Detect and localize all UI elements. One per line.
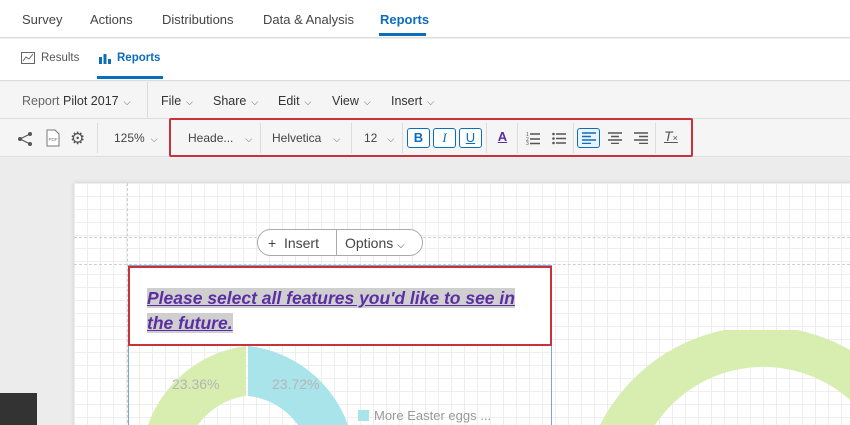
report-selector[interactable]: Report Pilot 2017 ⌵	[22, 94, 130, 108]
chevron-down-icon: ⌵	[363, 97, 371, 107]
widget-title[interactable]: Please select all features you'd like to…	[147, 286, 542, 336]
chevron-down-icon: ⌵	[304, 97, 312, 107]
chevron-down-icon: ⌵	[427, 97, 435, 107]
align-left-icon	[581, 132, 596, 145]
bold-button[interactable]: B	[407, 128, 430, 148]
chevron-down-icon: ⌵	[251, 97, 259, 107]
menu-share-label: Share	[213, 94, 247, 108]
top-navigation: Survey Actions Distributions Data & Anal…	[0, 0, 850, 38]
chevron-down-icon: ⌵	[123, 97, 131, 107]
menu-edit-label: Edit	[278, 94, 300, 108]
menu-file[interactable]: File ⌵	[161, 94, 193, 108]
chevron-down-icon: ⌵	[186, 97, 193, 107]
bullet-list-icon[interactable]	[552, 131, 566, 145]
menu-view[interactable]: View ⌵	[332, 94, 371, 108]
plus-icon: +	[268, 235, 277, 251]
results-icon	[21, 52, 35, 64]
italic-button[interactable]: I	[433, 128, 456, 148]
subnav-results[interactable]: Results	[21, 52, 79, 64]
menu-file-label: File	[161, 94, 182, 108]
text-color-button[interactable]: A	[491, 128, 514, 148]
menubar-divider	[147, 82, 148, 119]
insert-button[interactable]: + Insert	[268, 235, 319, 251]
pill-divider	[336, 230, 337, 255]
share-icon[interactable]	[17, 131, 33, 147]
tab-actions[interactable]: Actions	[90, 12, 133, 27]
report-name: Pilot 2017	[63, 94, 119, 108]
align-center-icon[interactable]	[608, 132, 622, 144]
svg-text:3: 3	[526, 141, 529, 145]
options-button[interactable]: Options ⌵	[345, 235, 405, 251]
active-subnav-indicator	[97, 76, 163, 79]
zoom-select[interactable]: 125% ⌵	[114, 131, 158, 145]
subnav-reports[interactable]: Reports	[99, 52, 160, 64]
tab-survey[interactable]: Survey	[22, 12, 62, 27]
close-icon: ×	[672, 133, 678, 143]
pdf-icon[interactable]: PDF	[46, 129, 60, 147]
subnav-results-label: Results	[41, 52, 80, 64]
menu-share[interactable]: Share ⌵	[213, 94, 258, 108]
reports-icon	[99, 54, 111, 64]
donut-chart-right	[600, 330, 850, 425]
widget-title-text: Please select all features you'd like to…	[147, 288, 515, 333]
zoom-value: 125%	[114, 131, 145, 145]
clear-format-button[interactable]: T×	[664, 128, 678, 144]
chevron-down-icon: ⌵	[150, 134, 158, 144]
underline-button[interactable]: U	[459, 128, 482, 148]
report-menubar: Report Pilot 2017 ⌵ File ⌵ Share ⌵ Edit ⌵ Vi…	[0, 82, 850, 119]
menu-view-label: View	[332, 94, 359, 108]
tab-data-analysis[interactable]: Data & Analysis	[263, 12, 354, 27]
toolbar-divider	[97, 123, 98, 153]
numbered-list-icon[interactable]: 123	[526, 131, 540, 145]
active-tab-indicator	[379, 33, 426, 36]
feedback-side-tab[interactable]	[0, 393, 37, 425]
svg-text:PDF: PDF	[49, 137, 58, 142]
sub-navigation: Results Reports	[0, 39, 850, 81]
gear-icon[interactable]: ⚙	[70, 129, 85, 149]
subnav-reports-label: Reports	[117, 52, 161, 64]
options-label: Options	[345, 235, 394, 251]
tab-distributions[interactable]: Distributions	[162, 12, 234, 27]
donut-slice-green	[600, 330, 850, 425]
align-right-icon[interactable]	[634, 132, 648, 144]
report-label: Report	[22, 94, 60, 108]
menu-insert-label: Insert	[391, 94, 423, 108]
tab-reports[interactable]: Reports	[380, 12, 429, 27]
menu-edit[interactable]: Edit ⌵	[278, 94, 311, 108]
insert-label: Insert	[283, 235, 319, 251]
chevron-down-icon: ⌵	[397, 240, 405, 251]
menu-insert[interactable]: Insert ⌵	[391, 94, 434, 108]
guide-line	[74, 237, 850, 238]
align-left-button[interactable]	[577, 128, 600, 148]
widget-action-pill: + Insert Options ⌵	[257, 229, 423, 256]
clear-format-label: T	[664, 128, 673, 144]
